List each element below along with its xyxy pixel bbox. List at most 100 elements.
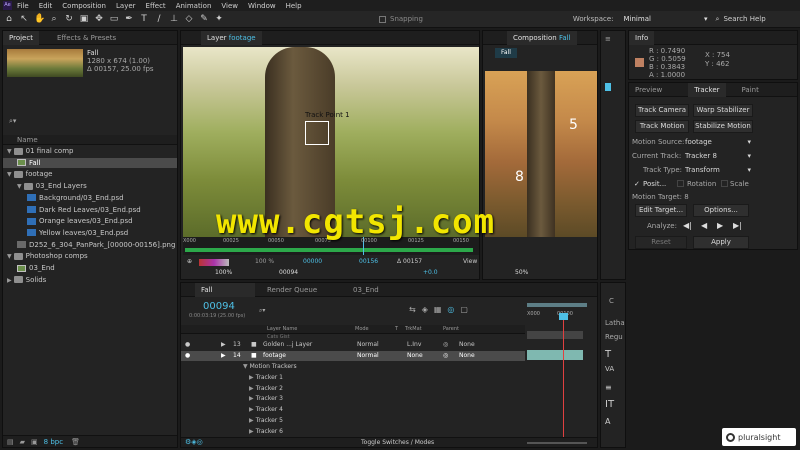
edit-target-button[interactable]: Edit Target... [635, 204, 687, 217]
new-comp-icon[interactable]: ▣ [31, 438, 38, 446]
project-list-item[interactable]: Yellow leaves/03_End.psd [3, 228, 177, 238]
disclosure-closed-icon[interactable]: ▶ [7, 277, 12, 284]
project-list-item[interactable]: ▶ Solids [3, 275, 177, 285]
project-list-item[interactable]: ▼ Photoshop comps [3, 251, 177, 261]
apply-button[interactable]: Apply [693, 236, 749, 249]
panel-tab-c[interactable] [605, 83, 611, 91]
tab-03-end[interactable]: 03_End [347, 283, 385, 297]
comp-tag[interactable]: Fall [495, 48, 517, 58]
project-list-item[interactable]: ▼ footage [3, 169, 177, 179]
cti-head[interactable] [559, 313, 568, 320]
shy-icon[interactable]: ◈ [422, 305, 434, 314]
timeline-timecode[interactable]: 00094 [203, 301, 235, 312]
track-type-dropdown[interactable]: Transform ▾ [685, 166, 751, 174]
timeline-layer-row[interactable]: ● ▶ 14 ■ footage Normal None ◎ None [181, 351, 525, 361]
tracker-row[interactable]: ▶ Tracker 5 [181, 416, 525, 426]
snapping-checkbox[interactable] [379, 15, 386, 23]
tab-effects-presets[interactable]: Effects & Presets [51, 31, 122, 45]
eraser-tool-icon[interactable]: ◇ [184, 14, 194, 24]
col-parent[interactable]: Parent [443, 326, 459, 332]
disclosure-closed-icon[interactable]: ▶ [249, 417, 254, 424]
camera-tool-icon[interactable]: ▣ [79, 14, 89, 24]
tab-preview[interactable]: Preview [629, 83, 668, 97]
col-layer-name[interactable]: Layer Name [267, 326, 297, 332]
menu-effect[interactable]: Effect [146, 2, 166, 10]
tab-timeline-fall[interactable]: Fall [195, 283, 255, 297]
menu-animation[interactable]: Animation [176, 2, 212, 10]
layer-expand-icon[interactable]: ▶ [221, 351, 226, 361]
layer-bar-14[interactable] [527, 350, 583, 360]
zoom-tool-icon[interactable]: ⌕ [49, 14, 59, 24]
analyze-forward-icon[interactable]: ▶ [717, 221, 723, 230]
project-list-item[interactable]: ▼ 03_End Layers [3, 181, 177, 191]
layer-trkmat-dropdown[interactable]: L.Inv [407, 340, 421, 350]
tab-project[interactable]: Project [3, 31, 39, 45]
layer-expand-icon[interactable]: ▶ [221, 340, 226, 350]
layer-mode-dropdown[interactable]: Normal [357, 351, 379, 361]
pen-tool-icon[interactable]: ✒ [124, 14, 134, 24]
layer-label-color-icon[interactable]: ■ [251, 340, 257, 350]
track-point-box[interactable] [305, 121, 329, 145]
disclosure-open-icon[interactable]: ▼ [243, 363, 248, 370]
type-tool-icon[interactable]: T [139, 14, 149, 24]
layer-name[interactable]: Golden ...j Layer [263, 340, 312, 350]
tracker-row[interactable]: ▶ Tracker 4 [181, 405, 525, 415]
col-name-header[interactable]: Name [17, 136, 38, 144]
menu-help[interactable]: Help [286, 2, 302, 10]
tab-info[interactable]: Info [629, 31, 655, 45]
tab-tracker[interactable]: Tracker [688, 83, 726, 97]
layer-label-color-icon[interactable]: ■ [251, 351, 257, 361]
menu-layer[interactable]: Layer [116, 2, 136, 10]
menu-composition[interactable]: Composition [62, 2, 106, 10]
project-search[interactable]: ⌕▾ [9, 117, 159, 127]
menu-window[interactable]: Window [248, 2, 276, 10]
rotate-tool-icon[interactable]: ↻ [64, 14, 74, 24]
tracker-row[interactable]: ▶ Tracker 2 [181, 384, 525, 394]
view-label[interactable]: View [463, 258, 477, 265]
brush-tool-icon[interactable]: ∕ [154, 14, 164, 24]
frame-blend-icon[interactable]: ▦ [434, 305, 448, 314]
col-mode[interactable]: Mode [355, 326, 369, 332]
timeline-search[interactable]: ⌕▾ [259, 307, 369, 316]
tracker-row[interactable]: ▶ Tracker 6 [181, 427, 525, 437]
in-time[interactable]: 00000 [303, 258, 322, 265]
project-list-item[interactable]: D252_6_304_PanPark_[00000-00156].png [3, 240, 177, 250]
disclosure-closed-icon[interactable]: ▶ [249, 395, 254, 402]
char-tab[interactable]: C [609, 297, 614, 305]
font-style[interactable]: Regu [605, 333, 623, 341]
layer-name[interactable]: footage [263, 351, 286, 361]
panel-menu-icon[interactable]: ≡ [605, 35, 611, 43]
search-help-input[interactable]: Search Help [723, 15, 765, 23]
visibility-eye-icon[interactable]: ● [185, 340, 190, 350]
disclosure-open-icon[interactable]: ▼ [7, 253, 12, 260]
rectangle-tool-icon[interactable]: ▭ [109, 14, 119, 24]
scale-checkbox[interactable] [721, 180, 728, 187]
layer-number[interactable]: 13 [233, 340, 241, 350]
disclosure-closed-icon[interactable]: ▶ [249, 428, 254, 435]
motion-source-dropdown[interactable]: footage ▾ [685, 138, 751, 146]
analyze-back-icon[interactable]: ◀ [701, 221, 707, 230]
font-family[interactable]: Latha [605, 319, 625, 327]
current-time-indicator[interactable] [563, 317, 564, 447]
selection-tool-icon[interactable]: ↖ [19, 14, 29, 24]
motion-blur-icon[interactable]: ◎ [447, 305, 460, 314]
tab-paint[interactable]: Paint [736, 83, 765, 97]
analyze-forward-all-icon[interactable]: ▶| [733, 221, 742, 230]
disclosure-closed-icon[interactable]: ▶ [249, 406, 254, 413]
tab-layer-footage[interactable]: Layer footage [201, 31, 262, 45]
workspace-dropdown[interactable]: Minimal ▾ [624, 15, 708, 23]
layer-bar-13[interactable] [527, 331, 583, 339]
visibility-eye-icon[interactable]: ● [185, 351, 190, 361]
track-camera-button[interactable]: Track Camera [635, 104, 689, 117]
timeline-layer-row[interactable]: ● ▶ 13 ■ Golden ...j Layer Normal L.Inv ◎ None [181, 340, 525, 350]
timeline-footer-icons[interactable]: ⚙◈◎ [185, 438, 203, 446]
project-list-item[interactable]: Fall [3, 157, 177, 168]
disclosure-open-icon[interactable]: ▼ [7, 148, 12, 155]
menu-edit[interactable]: Edit [39, 2, 53, 10]
disclosure-closed-icon[interactable]: ▶ [249, 385, 254, 392]
new-folder-icon[interactable]: ▰ [20, 438, 25, 446]
work-area-bar[interactable] [527, 303, 587, 307]
stabilize-motion-button[interactable]: Stabilize Motion [693, 120, 753, 133]
track-motion-button[interactable]: Track Motion [635, 120, 689, 133]
draft-3d-icon[interactable]: ⇆ [409, 305, 422, 314]
